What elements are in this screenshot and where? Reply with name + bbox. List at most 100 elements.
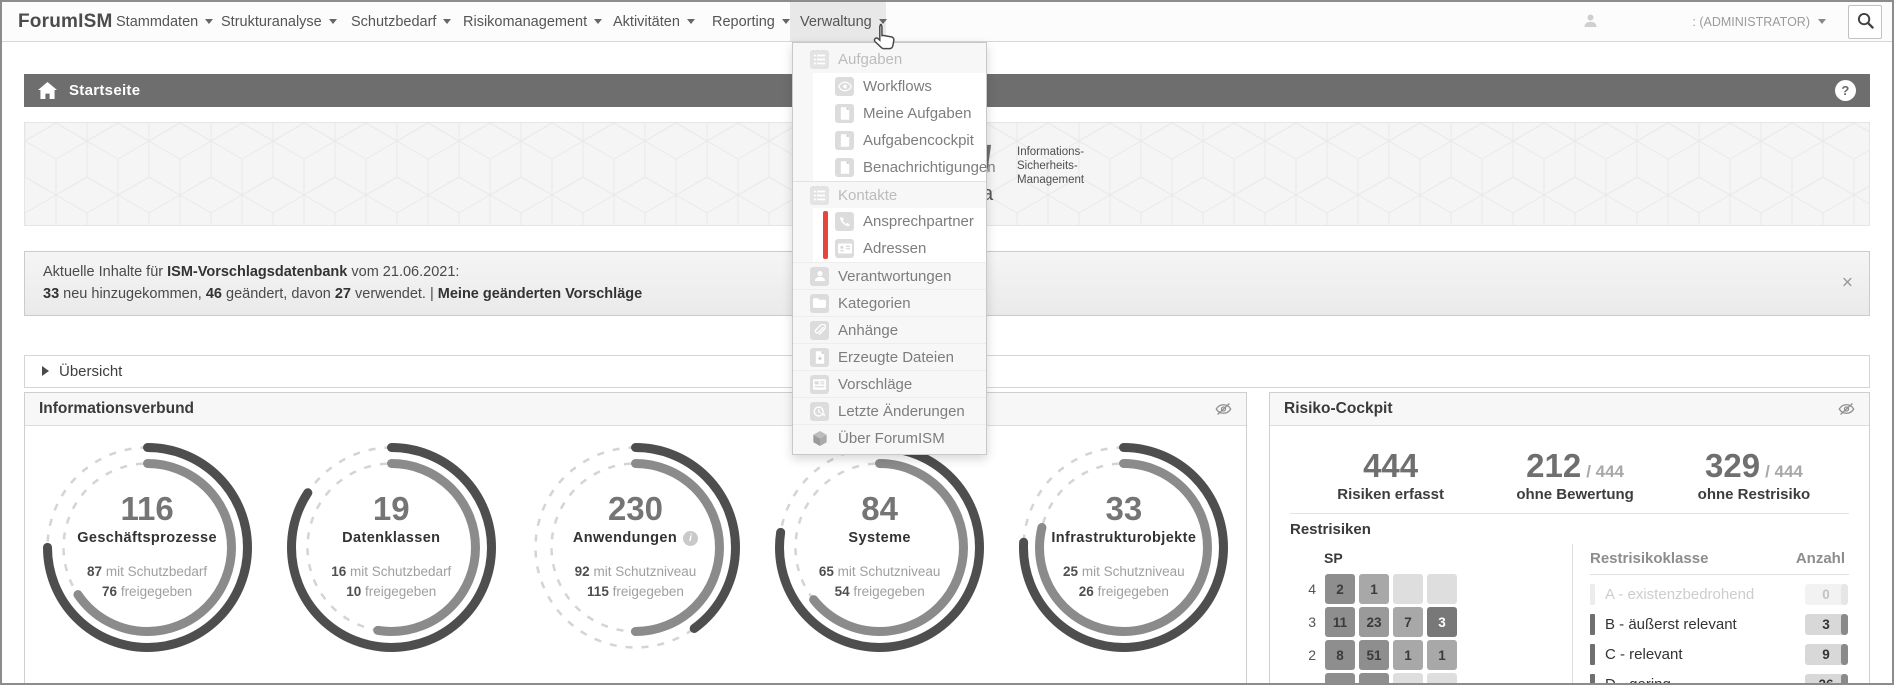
matrix-cell [1359, 673, 1389, 683]
menu-item-vorschl-ge[interactable]: Vorschläge [793, 370, 986, 397]
nav-item-label: Verwaltung [800, 13, 872, 30]
gauge-center: 19 Datenklassen 16 mit Schutzbedarf 10 f… [284, 440, 499, 655]
top-nav: ForumISM Stammdaten Strukturanalyse Schutz… [2, 2, 1892, 42]
matrix-cell: 3 [1427, 607, 1457, 638]
changed-suggestions-link[interactable]: Meine geänderten Vorschläge [438, 286, 642, 302]
menu-item-label: Aufgaben [838, 51, 903, 68]
risk-class-count-badge: 26 [1805, 673, 1848, 683]
newspaper-icon [810, 374, 829, 394]
chevron-down-icon [328, 19, 337, 24]
gauge-center: 84 Systeme 65 mit Schutzniveau 54 freige… [772, 440, 987, 655]
matrix-row-label: 3 [1308, 614, 1316, 631]
cube-icon [810, 429, 829, 448]
risk-class-row-a: A - existenzbedrohend 0 [1590, 583, 1849, 605]
menu-item-verantwortungen[interactable]: Verantwortungen [793, 262, 986, 289]
list-icon [810, 185, 829, 205]
gauge-value: 116 [120, 490, 174, 528]
nav-item-strukturanalyse[interactable]: Strukturanalyse [211, 2, 341, 41]
gauge-center: 33 Infrastrukturobjekte 25 mit Schutzniv… [1016, 440, 1231, 655]
menu-item-letzte-nderungen[interactable]: Letzte Änderungen [793, 397, 986, 424]
menu-item-benachrichtigungen[interactable]: Benachrichtigungen [813, 154, 996, 181]
risk-body: 444 Risiken erfasst 212/ 444 ohne Bewert… [1270, 426, 1869, 683]
menu-item-ansprechpartner[interactable]: Ansprechpartner [813, 208, 986, 235]
risk-stat-risiken-erfasst: 444 Risiken erfasst [1290, 447, 1491, 503]
gauge-center: 230 Anwendungen i 92 mit Schutzniveau 115… [528, 440, 743, 655]
gauge-label: Anwendungen i [573, 530, 699, 546]
nav-item-schutzbedarf[interactable]: Schutzbedarf [341, 2, 453, 41]
nav-item-stammdaten[interactable]: Stammdaten [106, 2, 214, 41]
close-icon[interactable]: × [1842, 274, 1853, 293]
col-anzahl: Anzahl [1795, 550, 1845, 568]
risk-class-row-c: C - relevant 9 [1590, 643, 1849, 665]
eye-icon [835, 77, 854, 96]
gauge-value: 33 [1105, 490, 1143, 528]
menu-item-label: Aufgabencockpit [863, 132, 974, 149]
menu-item-kategorien[interactable]: Kategorien [793, 289, 986, 316]
nav-item-label: Risikomanagement [463, 13, 588, 30]
gauge-anwendungen: 230 Anwendungen i 92 mit Schutzniveau 115… [528, 440, 743, 655]
eye-slash-icon[interactable] [1215, 402, 1232, 416]
matrix-cell [1325, 673, 1355, 683]
paperclip-icon [810, 320, 829, 340]
menu-item-meine-aufgaben[interactable]: Meine Aufgaben [813, 100, 986, 127]
notice-text: verwendet. | [351, 286, 438, 303]
menu-item-anh-nge[interactable]: Anhänge [793, 316, 986, 343]
table-header-row: Restrisikoklasse Anzahl [1590, 550, 1849, 576]
gauge-value: 84 [861, 490, 899, 528]
nav-item-label: Schutzbedarf [351, 13, 437, 30]
nav-item-verwaltung[interactable]: Verwaltung [790, 2, 887, 41]
menu-item-erzeugte-dateien[interactable]: Erzeugte Dateien [793, 343, 986, 370]
gauge-stats: 87 mit Schutzbedarf 76 freigegeben [87, 564, 208, 600]
username-redacted [1604, 15, 1686, 29]
home-icon[interactable] [38, 82, 57, 99]
matrix-row: 2 8 51 1 1 [1290, 640, 1572, 671]
help-button[interactable]: ? [1835, 80, 1856, 101]
matrix-row-label: 2 [1308, 647, 1316, 664]
gauge-center: 116 Geschäftsprozesse 87 mit Schutzbedar… [40, 440, 255, 655]
matrix-cell [1393, 574, 1423, 605]
gauge-stats: 65 mit Schutzniveau 54 freigegeben [818, 564, 941, 600]
menu-item-label: Erzeugte Dateien [838, 348, 954, 366]
user-menu[interactable]: : (ADMINISTRATOR) [1583, 2, 1892, 41]
gauges-row: 116 Geschäftsprozesse 87 mit Schutzbedar… [25, 426, 1246, 655]
chevron-down-icon [878, 19, 887, 24]
matrix-cell: 8 [1325, 640, 1355, 671]
risk-class-row-d: D - gering 26 [1590, 673, 1849, 683]
nav-item-label: Reporting [712, 13, 775, 30]
matrix-cell [1427, 574, 1457, 605]
info-icon[interactable]: i [683, 530, 699, 546]
page-title: Startseite [69, 82, 141, 99]
menu-item-workflows[interactable]: Workflows [813, 73, 986, 100]
risk-class-count-badge: 0 [1805, 583, 1848, 605]
risk-class-row-b: B - äußerst relevant 3 [1590, 613, 1849, 635]
user-role-label: : (ADMINISTRATOR) [1692, 14, 1810, 29]
risk-class-label: B - äußerst relevant [1605, 615, 1737, 633]
menu-item-aufgabencockpit[interactable]: Aufgabencockpit [813, 127, 986, 154]
menu-item-label: Kontakte [838, 186, 898, 204]
file-pdf-icon [810, 347, 829, 367]
row-marker [1590, 583, 1595, 605]
risk-stats-row: 444 Risiken erfasst 212/ 444 ohne Bewert… [1290, 426, 1849, 503]
chevron-down-icon [443, 19, 452, 24]
chevron-down-icon [1818, 19, 1826, 24]
matrix-row: 3 11 23 7 3 [1290, 607, 1572, 638]
nav-item-reporting[interactable]: Reporting [702, 2, 790, 41]
restrisiken-label: Restrisiken [1290, 521, 1371, 539]
menu-item-adressen[interactable]: Adressen [813, 235, 986, 262]
search-button[interactable] [1848, 4, 1882, 39]
matrix-cell: 51 [1359, 640, 1389, 671]
matrix-row-label: 4 [1308, 581, 1316, 598]
menu-group: Workflows Meine Aufgaben Aufgabencockpit Be… [813, 73, 996, 181]
menu-group: Ansprechpartner Adressen [813, 208, 986, 262]
risiko-cockpit-header: Risiko-Cockpit [1270, 392, 1869, 426]
row-marker [1590, 613, 1595, 635]
notice-text: Aktuelle Inhalte für [43, 264, 168, 280]
nav-item-aktivit-ten[interactable]: Aktivitäten [603, 2, 702, 41]
nav-item-risikomanagement[interactable]: Risikomanagement [453, 2, 603, 41]
menu-item-ber-forumism[interactable]: Über ForumISM [793, 424, 986, 451]
eye-slash-icon[interactable] [1838, 402, 1855, 416]
main-menu: Stammdaten Strukturanalyse Schutzbedarf Ris… [106, 2, 887, 41]
matrix-axis-label: SP [1324, 550, 1343, 567]
nav-item-label: Strukturanalyse [221, 13, 322, 30]
verwaltung-dropdown-menu: Aufgaben Workflows Meine Aufgaben Aufgabenc… [792, 42, 996, 455]
